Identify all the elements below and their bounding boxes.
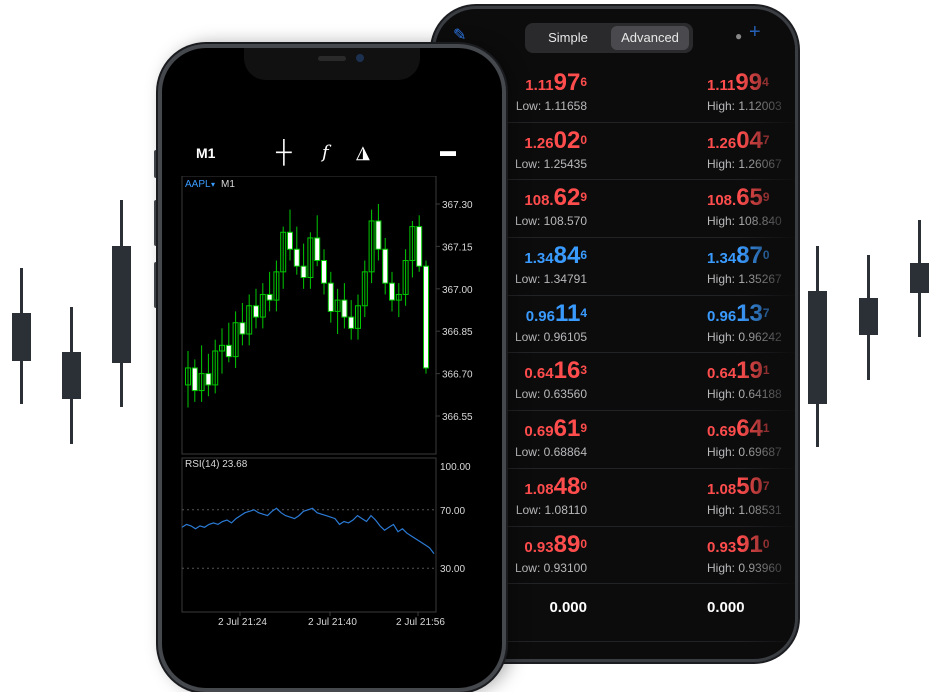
view-mode-segmented-control: Simple Advanced [525,23,693,53]
high-value: High: 1.08531 [707,502,782,517]
price-chart[interactable]: 367.30 367.15 367.00 366.85 366.70 366.55 AAPL… [180,175,500,636]
decorative-candle [62,307,81,444]
candle-body [423,265,429,369]
timeframe-button[interactable]: M1 [196,145,215,161]
candle-body [348,316,355,329]
symbol-label: AAPL [185,179,211,190]
ask-price: 1.34870 [707,242,770,270]
price-plot-frame [181,175,437,455]
ask-price: 0.000 [707,654,795,659]
high-value: High: 0.96242 [707,329,782,344]
candle-body [321,260,327,284]
candle-body [389,282,395,301]
candle-body [239,322,246,335]
price-tick-label: 367.00 [442,285,473,296]
price-tick-label: 367.15 [442,242,473,253]
rsi-indicator-label: RSI(14) 23.68 [185,459,248,470]
ask-price: 0.96137 [707,299,770,327]
speaker [318,56,346,61]
high-value: High: 1.12003 [707,99,782,113]
time-tick-label: 2 Jul 21:24 [218,617,267,628]
ask-price: 108.659 [707,184,770,212]
price-tick-label: 366.70 [442,370,473,381]
time-tick-label: 2 Jul 21:56 [396,617,445,628]
edit-icon[interactable]: ✎ [453,25,466,45]
candle-body [191,367,198,392]
ask-price: 1.11994 [707,69,769,96]
candle-body [375,220,382,250]
ask-cell: 0.69641 High: 0.69687 [707,415,795,460]
rsi-plot-frame [181,457,437,613]
crosshair-icon[interactable]: ┼ [276,139,292,165]
ask-price: 1.26047 [707,126,770,154]
objects-icon[interactable]: ◮ [356,142,370,163]
ask-cell: 0.64191 High: 0.64188 [707,357,795,402]
candle-body [382,248,389,284]
candle-body [253,305,259,318]
candle-body [225,344,232,358]
decorative-candle [808,246,827,447]
ask-cell: 0.93910 High: 0.93960 [707,530,795,575]
simple-tab[interactable]: Simple [529,26,607,50]
high-value: High: 1.35267 [707,272,782,287]
rsi-tick-label: 100.00 [440,462,471,473]
candle-body [293,248,300,267]
high-value: High: 108.840 [707,214,782,229]
candle-body [314,237,321,262]
high-value: High: 1.26067 [707,156,782,171]
chart-phone: M1 ┼ f ◮ ▬ 367.30 367.15 367.00 366.85 366.7… [158,44,506,692]
add-icon[interactable]: + [749,21,761,44]
candle-body [327,282,334,312]
ask-cell: 1.26047 High: 1.26067 [707,126,795,171]
phone-notch [244,48,420,80]
ask-price: 1.08507 [707,472,770,500]
candle-body [266,293,273,301]
chart-toolbar: M1 ┼ f ◮ ▬ [162,139,502,168]
ask-cell: 108.659 High: 108.840 [707,184,795,229]
candle-body [416,226,423,267]
decorative-candle [859,255,878,380]
time-tick-label: 2 Jul 21:40 [308,617,357,628]
high-value: High: 0.64188 [707,387,782,402]
rsi-tick-label: 70.00 [440,506,465,517]
candle-body [341,299,348,318]
decorative-candle [112,200,131,407]
symbol-dropdown-icon: ▾ [211,180,215,189]
price-tick-label: 367.30 [442,200,473,211]
ask-cell: 1.34870 High: 1.35267 [707,242,795,287]
ask-cell: 0.000 [707,590,795,620]
rsi-tick-label: 30.00 [440,564,465,575]
decorative-candle [12,268,31,404]
ask-cell: 0.000 [707,648,795,659]
ask-price: 0.93910 [707,530,770,558]
ask-price: 0.69641 [707,415,770,443]
advanced-tab[interactable]: Advanced [611,26,689,50]
settings-icon[interactable]: ● [735,29,742,43]
ask-cell: 1.11994 High: 1.12003 [707,69,795,114]
symbol-timeframe: M1 [221,179,235,190]
indicators-icon[interactable]: f [322,142,329,163]
rsi-line [181,507,435,554]
candle-body [287,231,293,250]
high-value: High: 0.69687 [707,445,782,460]
camera [356,54,364,62]
ask-cell: 0.96137 High: 0.96242 [707,299,795,344]
trade-icon[interactable]: ▬ [440,143,456,161]
decorative-candle [910,220,929,337]
ask-price: 0.000 [707,599,745,617]
ask-price: 0.64191 [707,357,770,385]
candle-body [300,265,307,278]
high-value: High: 0.93960 [707,560,782,575]
ask-cell: 1.08507 High: 1.08531 [707,472,795,517]
price-tick-label: 366.55 [442,412,473,423]
chart-canvas: 367.30 367.15 367.00 366.85 366.70 366.55 AAPL… [181,175,473,628]
price-tick-label: 366.85 [442,327,473,338]
candle-body [205,373,212,386]
